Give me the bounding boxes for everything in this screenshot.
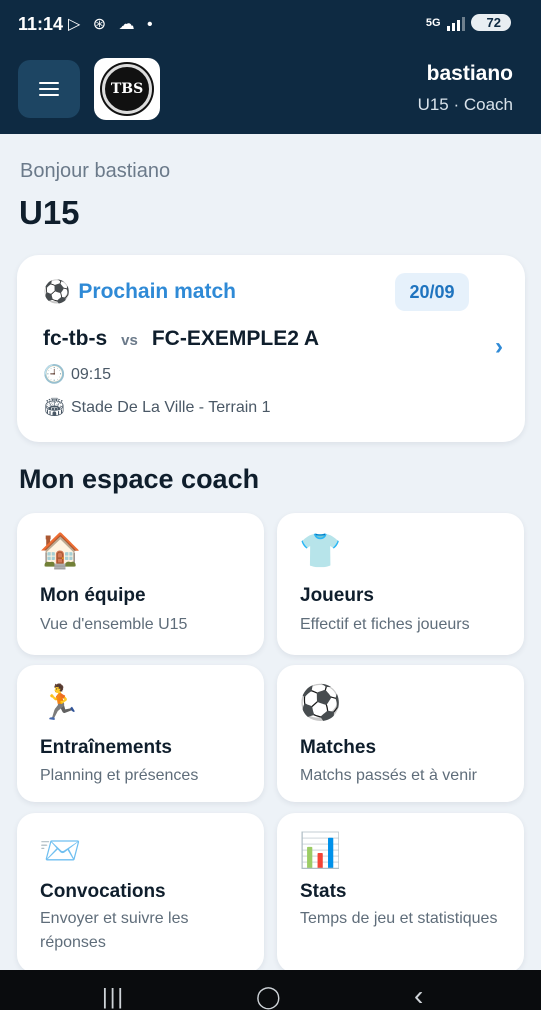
match-teams: fc-tb-s vs FC-EXEMPLE2 A (43, 327, 319, 351)
tile-stats[interactable]: 📊 Stats Temps de jeu et statistiques (277, 813, 524, 973)
chevron-right-icon[interactable]: › (495, 333, 503, 361)
tile-subtitle: Envoyer et suivre les réponses (40, 910, 189, 951)
club-logo[interactable]: TBS (94, 58, 160, 120)
tile-joueurs[interactable]: 👕 Joueurs Effectif et fiches joueurs (277, 513, 524, 655)
bar-chart-icon: 📊 (299, 832, 342, 870)
tile-convocations[interactable]: 📨 Convocations Envoyer et suivre les rép… (17, 813, 264, 973)
tile-entrainements[interactable]: 🏃 Entraînements Planning et présences (17, 665, 264, 802)
tile-title: Joueurs (300, 585, 374, 606)
match-venue: Stade De La Ville - Terrain 1 (71, 398, 271, 416)
user-info: bastiano U15 · Coach (418, 62, 513, 115)
status-bar: 11:14 ▷ ⊛ ☁ • 5G 72 (0, 0, 541, 50)
tile-title: Stats (300, 881, 347, 902)
page-title: U15 (19, 194, 80, 231)
tile-mon-equipe[interactable]: 🏠 Mon équipe Vue d'ensemble U15 (17, 513, 264, 655)
tile-subtitle: Effectif et fiches joueurs (300, 616, 470, 633)
house-icon: 🏠 (39, 532, 82, 570)
tile-matches[interactable]: ⚽ Matches Matchs passés et à venir (277, 665, 524, 802)
match-date-badge: 20/09 (395, 273, 469, 311)
tile-subtitle: Matchs passés et à venir (300, 767, 477, 784)
recents-icon[interactable]: ||| (102, 984, 125, 1010)
home-icon[interactable]: ◯ (256, 984, 281, 1010)
tile-title: Convocations (40, 881, 166, 902)
menu-button[interactable] (18, 60, 80, 118)
tile-subtitle: Vue d'ensemble U15 (40, 616, 188, 633)
tile-subtitle: Temps de jeu et statistiques (300, 910, 498, 927)
clock-icon: 🕘 (43, 364, 66, 384)
greeting: Bonjour bastiano (20, 160, 171, 182)
match-time-row: 🕘 09:15 (43, 364, 111, 385)
tile-title: Mon équipe (40, 585, 146, 606)
envelope-icon: 📨 (39, 832, 82, 870)
status-time: 11:14 (18, 14, 64, 34)
soccer-ball-icon: ⚽ (299, 684, 342, 722)
signal-icon (446, 15, 465, 31)
club-logo-badge: TBS (102, 64, 152, 114)
system-nav-bar: ||| ◯ ‹ (0, 970, 541, 1010)
network-indicator: 5G (425, 16, 441, 29)
next-match-header: ⚽ Prochain match (43, 279, 236, 305)
soccer-ball-icon: ⚽ (43, 279, 71, 304)
user-role: U15 · Coach (417, 95, 513, 114)
status-right: 5G 72 (426, 14, 511, 31)
back-icon[interactable]: ‹ (414, 980, 423, 1010)
shirt-icon: 👕 (299, 532, 342, 570)
runner-icon: 🏃 (39, 684, 82, 722)
match-time: 09:15 (71, 365, 112, 383)
tile-title: Entraînements (40, 737, 172, 758)
stadium-icon: 🏟 (43, 397, 66, 417)
battery-indicator: 72 (470, 14, 511, 31)
tile-title: Matches (300, 737, 377, 758)
section-title: Mon espace coach (19, 464, 260, 494)
notification-icons: ▷ ⊛ ☁ • (68, 16, 157, 33)
next-match-card[interactable]: ⚽ Prochain match 20/09 fc-tb-s vs FC-EXE… (17, 255, 525, 442)
tile-subtitle: Planning et présences (40, 767, 199, 784)
next-match-label: Prochain match (78, 280, 236, 303)
app-header: 11:14 ▷ ⊛ ☁ • 5G 72 TBS bastiano U15 · C… (0, 0, 541, 134)
versus-label: vs (121, 332, 138, 349)
hamburger-menu-icon (39, 78, 59, 100)
home-team: fc-tb-s (43, 327, 108, 350)
match-venue-row: 🏟 Stade De La Ville - Terrain 1 (43, 397, 271, 418)
user-name: bastiano (426, 62, 513, 85)
away-team: FC-EXEMPLE2 A (151, 327, 320, 350)
